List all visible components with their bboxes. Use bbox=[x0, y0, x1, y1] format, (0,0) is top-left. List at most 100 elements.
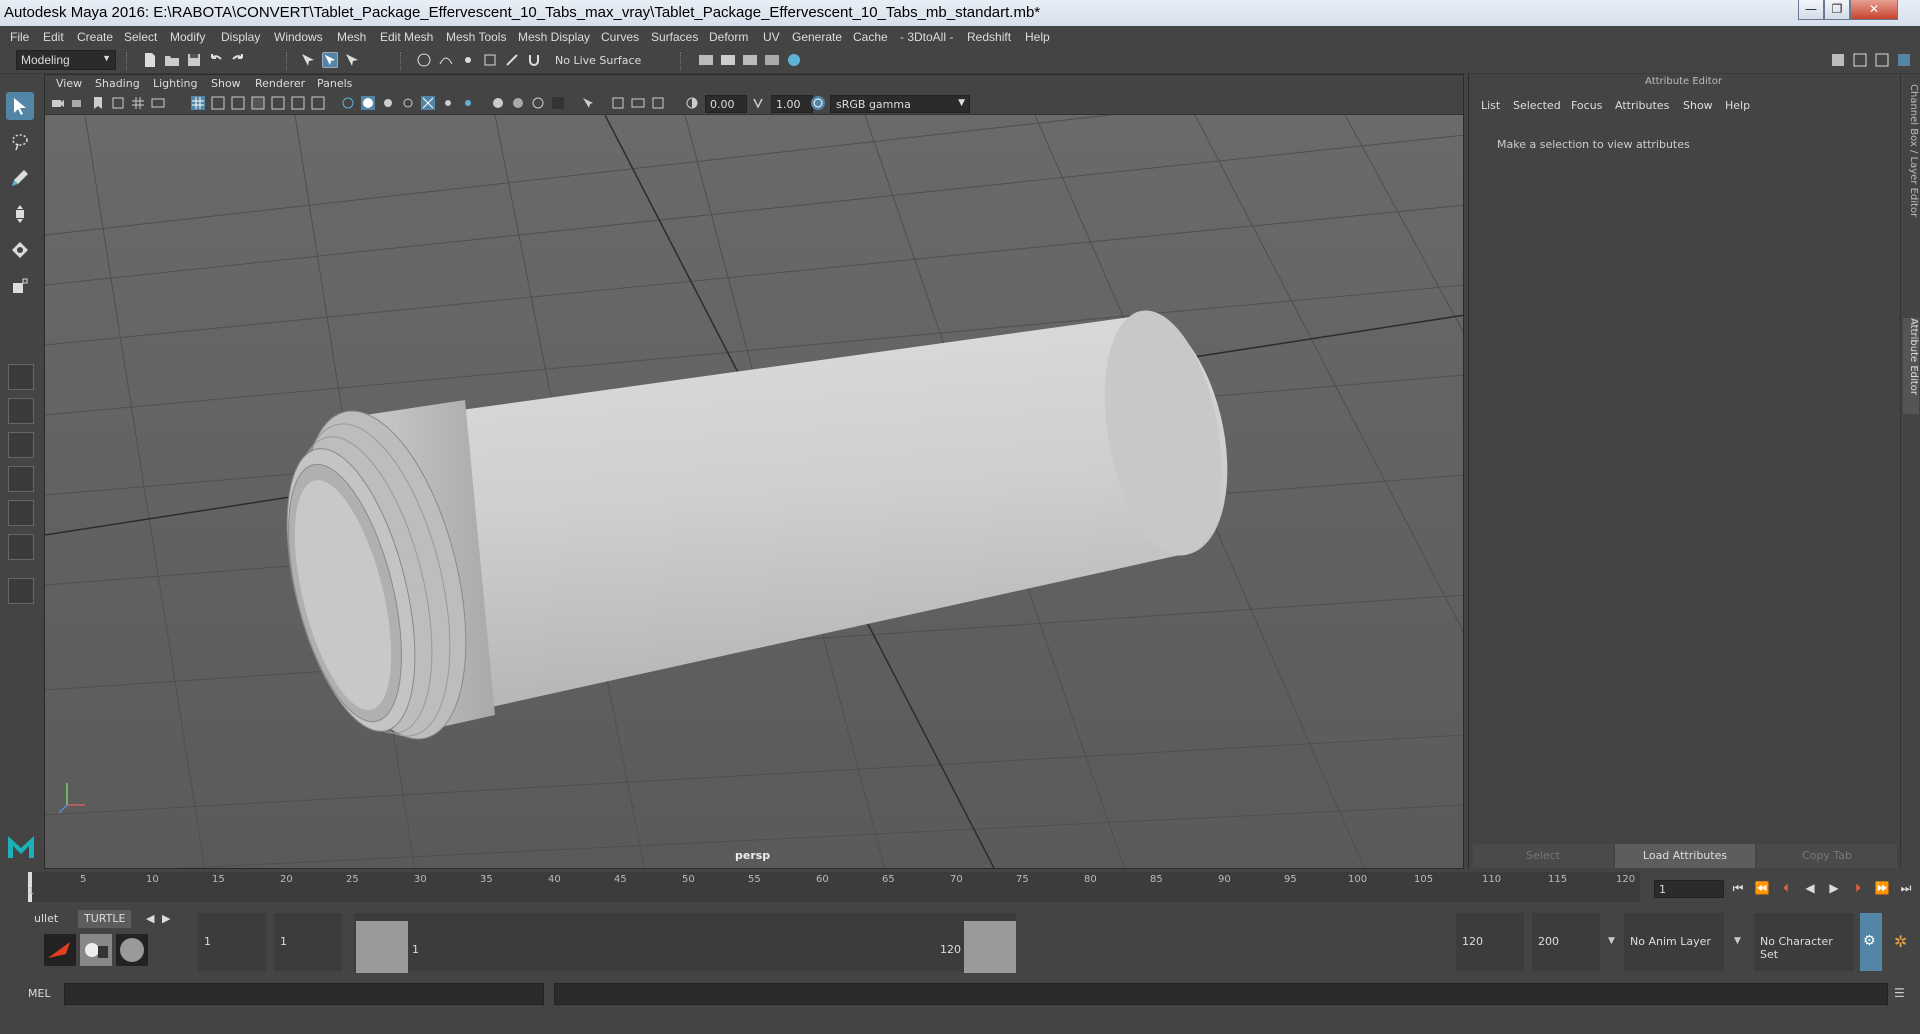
xray-joints-icon[interactable] bbox=[381, 96, 395, 110]
frame-selection-icon[interactable] bbox=[581, 96, 595, 110]
gamma-icon[interactable] bbox=[751, 96, 765, 110]
script-language-label[interactable]: MEL bbox=[28, 987, 51, 1000]
live-surface-label[interactable]: No Live Surface bbox=[555, 54, 641, 67]
frame-all-icon[interactable] bbox=[611, 96, 625, 110]
range-slider-track[interactable]: 1 120 bbox=[354, 913, 1016, 973]
snap-live-icon[interactable] bbox=[504, 52, 520, 68]
turtle-bake-icon[interactable] bbox=[80, 934, 112, 966]
time-slider-track[interactable]: 1 5 10 15 20 25 30 35 40 45 50 55 60 65 … bbox=[28, 872, 1640, 902]
menu-select[interactable]: Select bbox=[124, 30, 157, 44]
menu-cache[interactable]: Cache bbox=[853, 30, 888, 44]
hdr-icon[interactable] bbox=[551, 96, 565, 110]
viewport-menu-renderer[interactable]: Renderer bbox=[255, 77, 305, 90]
animation-end-field[interactable]: 200 bbox=[1532, 913, 1600, 971]
undo-icon[interactable] bbox=[208, 52, 224, 68]
menu-mesh-display[interactable]: Mesh Display bbox=[518, 30, 590, 44]
menu-generate[interactable]: Generate bbox=[792, 30, 842, 44]
close-button[interactable]: ✕ bbox=[1850, 0, 1898, 20]
perspective-viewport[interactable]: View Shading Lighting Show Renderer Pane… bbox=[44, 74, 1464, 869]
camera-attributes-icon[interactable] bbox=[71, 96, 85, 110]
render-frame-icon[interactable] bbox=[720, 52, 736, 68]
minimize-button[interactable]: — bbox=[1798, 0, 1824, 20]
select-button[interactable]: Select bbox=[1473, 844, 1613, 868]
snap-view-plane-icon[interactable] bbox=[482, 52, 498, 68]
redo-icon[interactable] bbox=[230, 52, 246, 68]
paint-select-tool[interactable] bbox=[6, 164, 34, 192]
attr-menu-selected[interactable]: Selected bbox=[1513, 99, 1561, 112]
menu-mesh[interactable]: Mesh bbox=[337, 30, 366, 44]
anim-layer-select[interactable]: No Anim Layer bbox=[1624, 913, 1724, 971]
view-transform-select[interactable]: sRGB gamma ▼ bbox=[830, 95, 970, 113]
anti-aliasing-icon[interactable] bbox=[461, 96, 475, 110]
save-scene-icon[interactable] bbox=[186, 52, 202, 68]
menu-uv[interactable]: UV bbox=[763, 30, 780, 44]
script-editor-icon[interactable]: ☰ bbox=[1894, 986, 1905, 1000]
color-management-icon[interactable] bbox=[811, 96, 825, 110]
step-forward-frame-icon[interactable]: ⏵ bbox=[1850, 880, 1866, 896]
step-forward-key-icon[interactable]: ⏩ bbox=[1874, 880, 1890, 896]
use-all-lights-icon[interactable] bbox=[271, 96, 285, 110]
attr-menu-help[interactable]: Help bbox=[1725, 99, 1750, 112]
attr-menu-show[interactable]: Show bbox=[1683, 99, 1713, 112]
shadows-icon[interactable] bbox=[291, 96, 305, 110]
grid-toggle-icon[interactable] bbox=[131, 96, 145, 110]
turtle-surface-icon[interactable] bbox=[116, 934, 148, 966]
attr-menu-attributes[interactable]: Attributes bbox=[1615, 99, 1669, 112]
rotate-tool[interactable] bbox=[6, 236, 34, 264]
shelf-tab-bullet[interactable]: ullet bbox=[28, 910, 64, 928]
gate-mask-icon[interactable] bbox=[651, 96, 665, 110]
select-tool[interactable] bbox=[6, 92, 34, 120]
ipr-render-icon[interactable] bbox=[742, 52, 758, 68]
viewport-menu-view[interactable]: View bbox=[56, 77, 82, 90]
animation-start-field[interactable]: 1 bbox=[198, 913, 266, 971]
exposure-icon[interactable] bbox=[685, 96, 699, 110]
magnet-icon[interactable] bbox=[526, 52, 542, 68]
render-view-icon[interactable] bbox=[786, 52, 802, 68]
modeling-toolkit-icon[interactable] bbox=[1830, 52, 1846, 68]
resolution-gate-icon[interactable] bbox=[631, 96, 645, 110]
persp-graph-layout-button[interactable] bbox=[8, 466, 34, 492]
bookmark-icon[interactable] bbox=[91, 96, 105, 110]
four-view-layout-button[interactable] bbox=[8, 398, 34, 424]
menu-edit[interactable]: Edit bbox=[43, 30, 64, 44]
menu-modify[interactable]: Modify bbox=[170, 30, 205, 44]
viewport-menu-show[interactable]: Show bbox=[211, 77, 241, 90]
animation-preferences-icon[interactable]: ✲ bbox=[1894, 932, 1907, 951]
motion-blur-icon[interactable] bbox=[441, 96, 455, 110]
hypershade-icon[interactable] bbox=[764, 52, 780, 68]
current-frame-field[interactable]: 1 bbox=[1654, 880, 1724, 898]
chevron-down-icon[interactable]: ▼ bbox=[1608, 936, 1615, 946]
menu-redshift[interactable]: Redshift bbox=[967, 30, 1011, 44]
depth-of-field-icon[interactable] bbox=[421, 96, 435, 110]
load-attributes-button[interactable]: Load Attributes bbox=[1615, 844, 1755, 868]
new-scene-icon[interactable] bbox=[142, 52, 158, 68]
smooth-shade-icon[interactable] bbox=[211, 96, 225, 110]
step-back-frame-icon[interactable]: ⏴ bbox=[1778, 880, 1794, 896]
ambient-occlusion-icon[interactable] bbox=[311, 96, 325, 110]
single-perspective-layout-button[interactable] bbox=[8, 364, 34, 390]
exposure-field[interactable]: 0.00 bbox=[705, 95, 747, 113]
isolate-select-icon[interactable] bbox=[341, 96, 355, 110]
viewport-menu-shading[interactable]: Shading bbox=[95, 77, 140, 90]
range-end-handle[interactable] bbox=[964, 921, 1016, 973]
chevron-down-icon[interactable]: ▼ bbox=[1734, 936, 1741, 946]
attribute-editor-tab[interactable]: Attribute Editor bbox=[1903, 318, 1919, 414]
shadow-map-icon[interactable] bbox=[531, 96, 545, 110]
go-to-end-icon[interactable]: ⏭ bbox=[1898, 880, 1914, 896]
xray-icon[interactable] bbox=[361, 96, 375, 110]
collapse-layout-button[interactable] bbox=[8, 578, 34, 604]
turtle-render-icon[interactable] bbox=[44, 934, 76, 966]
time-slider[interactable]: 1 5 10 15 20 25 30 35 40 45 50 55 60 65 … bbox=[0, 872, 1920, 906]
channel-box-toggle-icon[interactable] bbox=[1896, 52, 1912, 68]
render-settings-icon[interactable] bbox=[698, 52, 714, 68]
attr-menu-focus[interactable]: Focus bbox=[1571, 99, 1602, 112]
play-forwards-icon[interactable]: ▶ bbox=[1826, 880, 1842, 896]
menu-mesh-tools[interactable]: Mesh Tools bbox=[446, 30, 506, 44]
shelf-scroll-right-icon[interactable]: ▶ bbox=[162, 912, 170, 925]
playback-end-field[interactable]: 120 bbox=[1456, 913, 1524, 971]
maximize-button[interactable]: ❐ bbox=[1824, 0, 1850, 20]
attribute-editor-toggle-icon[interactable] bbox=[1852, 52, 1868, 68]
select-by-object-icon[interactable] bbox=[322, 52, 338, 68]
character-set-select[interactable]: No Character Set bbox=[1754, 913, 1854, 971]
custom-layout-button[interactable] bbox=[8, 534, 34, 560]
